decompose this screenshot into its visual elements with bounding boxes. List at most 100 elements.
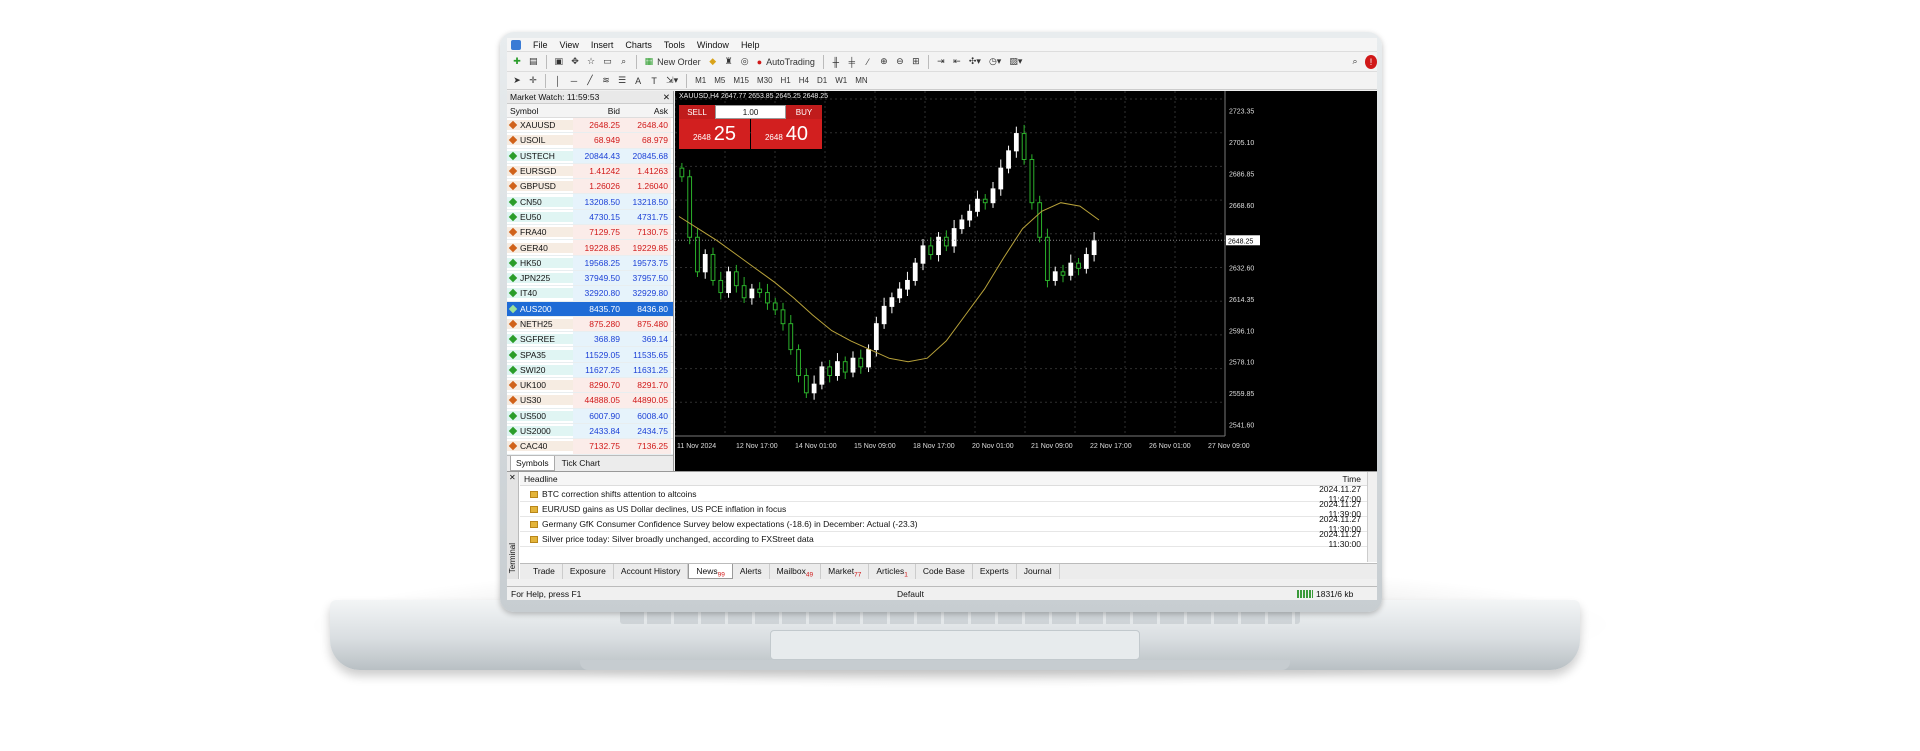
- tab-journal[interactable]: Journal: [1017, 564, 1060, 579]
- templates-icon[interactable]: ▨▾: [1007, 55, 1024, 69]
- news-row[interactable]: EUR/USD gains as US Dollar declines, US …: [520, 499, 1367, 519]
- buy-price[interactable]: 2648 40: [751, 119, 822, 149]
- market-watch-row[interactable]: SPA35 11529.05 11535.65: [507, 347, 673, 363]
- crosshair-icon[interactable]: ✛: [527, 74, 539, 88]
- navigator-icon[interactable]: ☆: [585, 55, 597, 69]
- arrows-icon[interactable]: ⇲▾: [664, 74, 680, 88]
- timeframe-m5[interactable]: M5: [712, 76, 727, 85]
- sell-button[interactable]: SELL: [679, 105, 715, 119]
- search-icon[interactable]: ⌕: [1349, 55, 1361, 69]
- cursor-icon[interactable]: ➤: [511, 74, 523, 88]
- tab-experts[interactable]: Experts: [973, 564, 1017, 579]
- tab-tick-chart[interactable]: Tick Chart: [557, 456, 605, 471]
- indicators-icon[interactable]: ✣▾: [967, 55, 983, 69]
- notification-icon[interactable]: !: [1365, 54, 1377, 69]
- new-order-button[interactable]: ▦ New Order: [643, 55, 703, 69]
- market-watch-row[interactable]: SWI20 11627.25 11631.25: [507, 362, 673, 379]
- sell-price[interactable]: 2648 25: [679, 119, 750, 149]
- market-watch-row[interactable]: CN50 13208.50 13218.50: [507, 194, 673, 210]
- vertical-line-icon[interactable]: │: [552, 74, 564, 88]
- profiles-icon[interactable]: ▤: [527, 55, 540, 69]
- market-watch-row[interactable]: GBPUSD 1.26026 1.26040: [507, 179, 673, 195]
- signals-icon[interactable]: ♜: [723, 55, 735, 69]
- headline-column-header[interactable]: Headline: [524, 474, 558, 484]
- tab-symbols[interactable]: Symbols: [510, 456, 555, 471]
- news-row[interactable]: Germany GfK Consumer Confidence Survey b…: [520, 514, 1367, 534]
- market-watch-row[interactable]: UK100 8290.70 8291.70: [507, 378, 673, 394]
- market-watch-row[interactable]: USTECH 20844.43 20845.68: [507, 148, 673, 164]
- close-icon[interactable]: ✕: [509, 473, 516, 482]
- tab-news[interactable]: News99: [688, 564, 733, 579]
- vps-icon[interactable]: ◎: [739, 55, 751, 69]
- horizontal-line-icon[interactable]: ─: [568, 74, 580, 88]
- symbol-column-header[interactable]: Symbol: [507, 106, 573, 116]
- market-watch-row[interactable]: XAUUSD 2648.25 2648.40: [507, 118, 673, 134]
- timeframe-m15[interactable]: M15: [731, 76, 751, 85]
- market-watch-row[interactable]: AUS200 8435.70 8436.80: [507, 301, 673, 317]
- market-watch-row[interactable]: IT40 32920.80 32929.80: [507, 286, 673, 302]
- menu-charts[interactable]: Charts: [619, 40, 658, 50]
- menu-insert[interactable]: Insert: [585, 40, 620, 50]
- tile-windows-icon[interactable]: ⊞: [910, 55, 922, 69]
- timeframe-mn[interactable]: MN: [853, 76, 869, 85]
- buy-button[interactable]: BUY: [786, 105, 822, 119]
- menu-view[interactable]: View: [554, 40, 585, 50]
- timeframe-w1[interactable]: W1: [833, 76, 849, 85]
- news-row[interactable]: BTC correction shifts attention to altco…: [520, 484, 1367, 504]
- tab-mailbox[interactable]: Mailbox49: [770, 564, 822, 579]
- bar-chart-icon[interactable]: ╫: [830, 55, 842, 69]
- zoom-in-icon[interactable]: ⊕: [878, 55, 890, 69]
- channel-icon[interactable]: ≋: [600, 74, 612, 88]
- candlestick-icon[interactable]: ╪: [846, 55, 858, 69]
- timeframe-h4[interactable]: H4: [797, 76, 811, 85]
- market-watch-row[interactable]: EURSGD 1.41242 1.41263: [507, 163, 673, 180]
- ask-column-header[interactable]: Ask: [623, 106, 671, 116]
- market-watch-row[interactable]: FRA40 7129.75 7130.75: [507, 225, 673, 241]
- menu-help[interactable]: Help: [735, 40, 766, 50]
- autotrading-button[interactable]: ● AutoTrading: [755, 55, 817, 69]
- tab-exposure[interactable]: Exposure: [563, 564, 614, 579]
- timeframe-h1[interactable]: H1: [779, 76, 793, 85]
- market-watch-row[interactable]: NETH25 875.280 875.480: [507, 316, 673, 333]
- market-watch-row[interactable]: CAC40 7132.75 7136.25: [507, 439, 673, 455]
- market-watch-icon[interactable]: ▣: [553, 55, 566, 69]
- tab-alerts[interactable]: Alerts: [733, 564, 770, 579]
- market-watch-row[interactable]: US500 6007.90 6008.40: [507, 408, 673, 424]
- news-scrollbar[interactable]: [1367, 472, 1377, 562]
- menu-tools[interactable]: Tools: [658, 40, 691, 50]
- terminal-icon[interactable]: ▭: [601, 55, 614, 69]
- timeframe-d1[interactable]: D1: [815, 76, 829, 85]
- text-icon[interactable]: A: [632, 74, 644, 88]
- chart-window[interactable]: 2723.35 2705.10 2686.85 2668.60 2648.25 2632.…: [675, 91, 1377, 471]
- menu-file[interactable]: File: [527, 40, 554, 50]
- lot-size-input[interactable]: 1.00: [715, 105, 786, 119]
- market-watch-row[interactable]: SGFREE 368.89 369.14: [507, 332, 673, 348]
- zoom-out-icon[interactable]: ⊖: [894, 55, 906, 69]
- tab-account-history[interactable]: Account History: [614, 564, 689, 579]
- tab-articles[interactable]: Articles1: [869, 564, 916, 579]
- data-window-icon[interactable]: ✥: [569, 55, 581, 69]
- new-chart-icon[interactable]: ✚: [511, 55, 523, 69]
- bid-column-header[interactable]: Bid: [573, 106, 623, 116]
- auto-scroll-icon[interactable]: ⇥: [935, 55, 947, 69]
- time-column-header[interactable]: Time: [1342, 474, 1361, 484]
- menu-window[interactable]: Window: [691, 40, 735, 50]
- tab-market[interactable]: Market77: [821, 564, 870, 579]
- fibonacci-icon[interactable]: ☰: [616, 74, 628, 88]
- timeframe-m30[interactable]: M30: [755, 76, 775, 85]
- periods-icon[interactable]: ◷▾: [987, 55, 1003, 69]
- tab-code-base[interactable]: Code Base: [916, 564, 973, 579]
- metaeditor-icon[interactable]: ◆: [707, 55, 719, 69]
- market-watch-row[interactable]: US30 44888.05 44890.05: [507, 393, 673, 409]
- market-watch-row[interactable]: GER40 19228.85 19229.85: [507, 240, 673, 256]
- market-watch-row[interactable]: HK50 19568.25 19573.75: [507, 255, 673, 271]
- line-chart-icon[interactable]: ⁄: [862, 55, 874, 69]
- trendline-icon[interactable]: ╱: [584, 74, 596, 88]
- text-label-icon[interactable]: T: [648, 74, 660, 88]
- market-watch-row[interactable]: JPN225 37949.50 37957.50: [507, 270, 673, 287]
- chart-shift-icon[interactable]: ⇤: [951, 55, 963, 69]
- market-watch-row[interactable]: EU50 4730.15 4731.75: [507, 209, 673, 226]
- market-watch-row[interactable]: USOIL 68.949 68.979: [507, 133, 673, 149]
- market-watch-row[interactable]: US2000 2433.84 2434.75: [507, 423, 673, 440]
- news-row[interactable]: Silver price today: Silver broadly uncha…: [520, 529, 1367, 549]
